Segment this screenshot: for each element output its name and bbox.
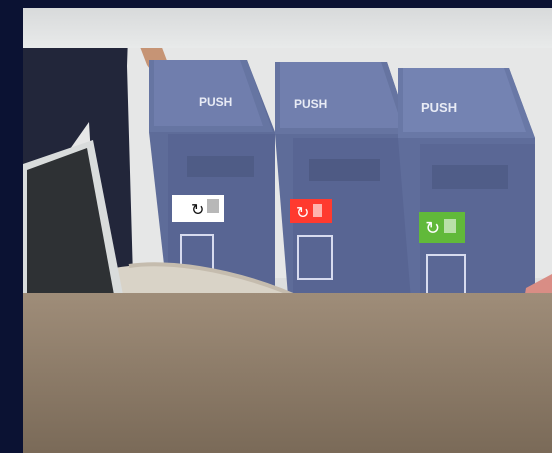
bin-3-recycle-icon: ↻ xyxy=(425,218,440,239)
bin-1-lid-text: PUSH xyxy=(199,95,232,109)
bin-1-recycle-icon: ↻ xyxy=(191,200,204,219)
bin-3-lid-text: PUSH xyxy=(421,100,457,115)
recycling-bins-photo: ↻ PUSH ↻ PUSH ↻ PUSH xyxy=(23,8,552,453)
wall-edge xyxy=(23,8,552,48)
bin-2-lid-text: PUSH xyxy=(294,97,327,111)
screenshot-frame: ↻ PUSH ↻ PUSH ↻ PUSH xyxy=(0,0,552,453)
bin-2-recycle-icon: ↻ xyxy=(296,203,309,222)
floor xyxy=(23,293,552,453)
